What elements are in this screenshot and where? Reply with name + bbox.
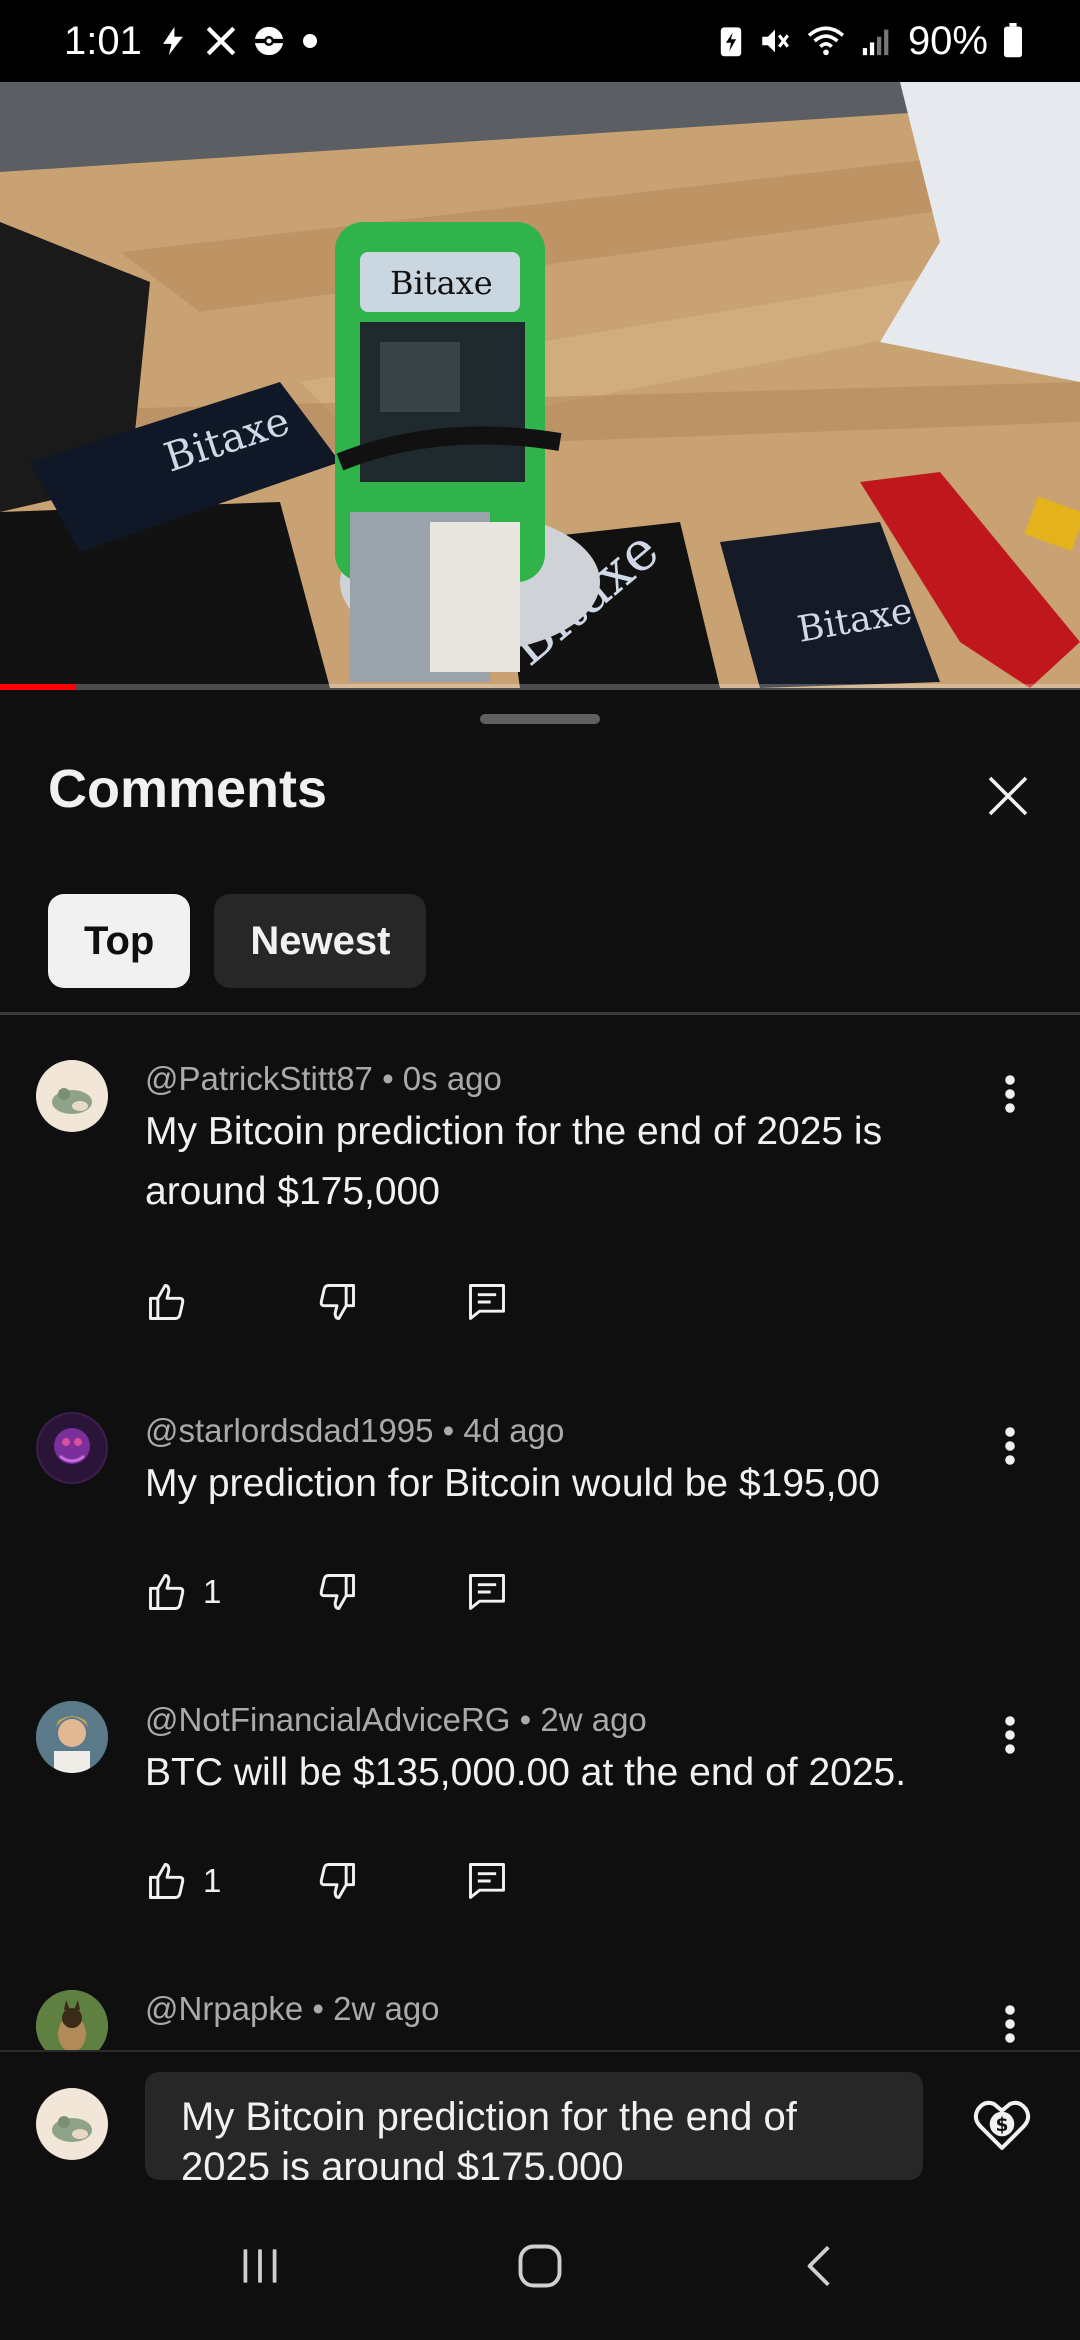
dislike-button[interactable]: [315, 1280, 465, 1324]
comment-author[interactable]: @NotFinancialAdviceRG: [145, 1701, 510, 1738]
avatar[interactable]: [36, 1412, 108, 1484]
thumbs-up-icon: [149, 1284, 185, 1320]
comment-more-button[interactable]: [990, 1064, 1030, 1124]
reply-button[interactable]: [465, 1280, 509, 1324]
comment-more-button[interactable]: [990, 1705, 1030, 1765]
comment-meta: @Nrpapke • 2w ago: [145, 1990, 440, 2028]
video-frame: Bitaxe Bitaxe Bitaxe Bitaxe: [0, 82, 1080, 688]
comment-more-button[interactable]: [990, 1994, 1030, 2050]
thumbs-down-icon: [319, 1284, 355, 1320]
comment-author[interactable]: @starlordsdad1995: [145, 1412, 434, 1449]
avatar[interactable]: [36, 1990, 108, 2050]
comment-input-value: My Bitcoin prediction for the end of 202…: [181, 2095, 797, 2180]
dislike-button[interactable]: [315, 1859, 465, 1903]
comment-text: My prediction for Bitcoin would be $195,…: [145, 1462, 880, 1505]
drag-handle[interactable]: [480, 714, 600, 724]
sheet-title: Comments: [48, 759, 328, 819]
comment-meta: @NotFinancialAdviceRG • 2w ago: [145, 1701, 647, 1739]
thumbs-down-icon: [319, 1863, 355, 1899]
system-nav-bar: [0, 2192, 1080, 2340]
video-player[interactable]: Bitaxe Bitaxe Bitaxe Bitaxe: [0, 82, 1080, 688]
avatar-image: [52, 2116, 92, 2142]
mute-icon: [758, 24, 792, 58]
comment-text: BTC will be $135,000.00 at the end of 20…: [145, 1751, 907, 1794]
meta-separator: •: [433, 1412, 464, 1449]
battery-percent: 90%: [907, 18, 988, 63]
dislike-button[interactable]: [315, 1570, 465, 1614]
like-count: 1: [203, 1573, 222, 1610]
avatar[interactable]: [36, 1060, 108, 1132]
comment-input[interactable]: My Bitcoin prediction for the end of 202…: [145, 2072, 923, 2180]
svg-text:$: $: [996, 2115, 1009, 2136]
like-button[interactable]: [145, 1280, 315, 1324]
more-vert-icon: [1005, 1075, 1015, 1113]
status-bar: 1:01 90%: [0, 0, 1080, 82]
reply-icon: [469, 1284, 505, 1320]
comment-meta: @starlordsdad1995 • 4d ago: [145, 1412, 564, 1450]
composer-avatar: [36, 2088, 108, 2160]
close-button[interactable]: [978, 766, 1038, 826]
thumbs-up-icon: [149, 1574, 185, 1610]
clock: 1:01: [64, 18, 142, 63]
reply-icon: [469, 1863, 505, 1899]
thumbs-up-icon: [149, 1863, 185, 1899]
reply-icon: [469, 1574, 505, 1610]
status-bar-left: 1:01: [64, 19, 320, 64]
comment-author[interactable]: @Nrpapke: [145, 1990, 303, 2027]
comment-text: My Bitcoin prediction for the end of 202…: [145, 1110, 883, 1213]
battery-icon: [1002, 23, 1024, 59]
signal-icon: [860, 24, 894, 58]
recent-apps-button[interactable]: [200, 2226, 320, 2306]
comment-composer: My Bitcoin prediction for the end of 202…: [0, 2050, 1080, 2192]
comment-age: 4d ago: [463, 1412, 565, 1449]
more-vert-icon: [1005, 2005, 1015, 2043]
back-icon: [807, 2245, 830, 2287]
like-count: 1: [203, 1862, 222, 1899]
divider: [0, 1012, 1080, 1015]
comment-author[interactable]: @PatrickStitt87: [145, 1060, 373, 1097]
sort-tabs: Top Newest: [48, 894, 427, 988]
comment-age: 2w ago: [333, 1990, 440, 2027]
device-label: Bitaxe: [390, 264, 493, 302]
comment-age: 2w ago: [540, 1701, 647, 1738]
x-app-icon: [204, 24, 238, 58]
more-vert-icon: [1005, 1716, 1015, 1754]
tab-top[interactable]: Top: [48, 894, 191, 988]
meta-separator: •: [372, 1060, 403, 1097]
battery-saver-icon: [718, 24, 744, 58]
meta-separator: •: [510, 1701, 541, 1738]
super-thanks-button[interactable]: $: [970, 2092, 1034, 2156]
reply-button[interactable]: [465, 1859, 509, 1903]
like-button[interactable]: 1: [145, 1570, 315, 1614]
avatar-image: [52, 1088, 92, 1114]
comment-more-button[interactable]: [990, 1416, 1030, 1476]
comment-age: 0s ago: [402, 1060, 502, 1097]
super-thanks-icon: $: [973, 2100, 1031, 2150]
comments-sheet: Comments Top Newest @PatrickStitt87 • 0s…: [0, 690, 1080, 2050]
back-button[interactable]: [760, 2226, 880, 2306]
close-icon: [988, 776, 1028, 816]
home-icon: [518, 2244, 562, 2288]
comment-meta: @PatrickStitt87 • 0s ago: [145, 1060, 502, 1098]
avatar-image: [36, 1990, 108, 2050]
home-button[interactable]: [480, 2226, 600, 2306]
recent-apps-icon: [243, 2249, 277, 2283]
avatar-image: [38, 1414, 106, 1482]
meta-separator: •: [303, 1990, 334, 2027]
thumbs-down-icon: [319, 1574, 355, 1610]
flash-icon: [156, 24, 190, 58]
comment-actions: 1: [145, 1570, 509, 1614]
avatar-image: [36, 1701, 108, 1773]
wifi-icon: [806, 24, 846, 58]
pokeball-icon: [252, 24, 286, 58]
comment-actions: [145, 1280, 509, 1324]
tab-newest[interactable]: Newest: [214, 894, 427, 988]
like-button[interactable]: 1: [145, 1859, 315, 1903]
more-vert-icon: [1005, 1427, 1015, 1465]
avatar[interactable]: [36, 1701, 108, 1773]
dot-icon: [300, 31, 320, 51]
comment-actions: 1: [145, 1859, 509, 1903]
status-bar-right: 90%: [718, 19, 1024, 64]
reply-button[interactable]: [465, 1570, 509, 1614]
